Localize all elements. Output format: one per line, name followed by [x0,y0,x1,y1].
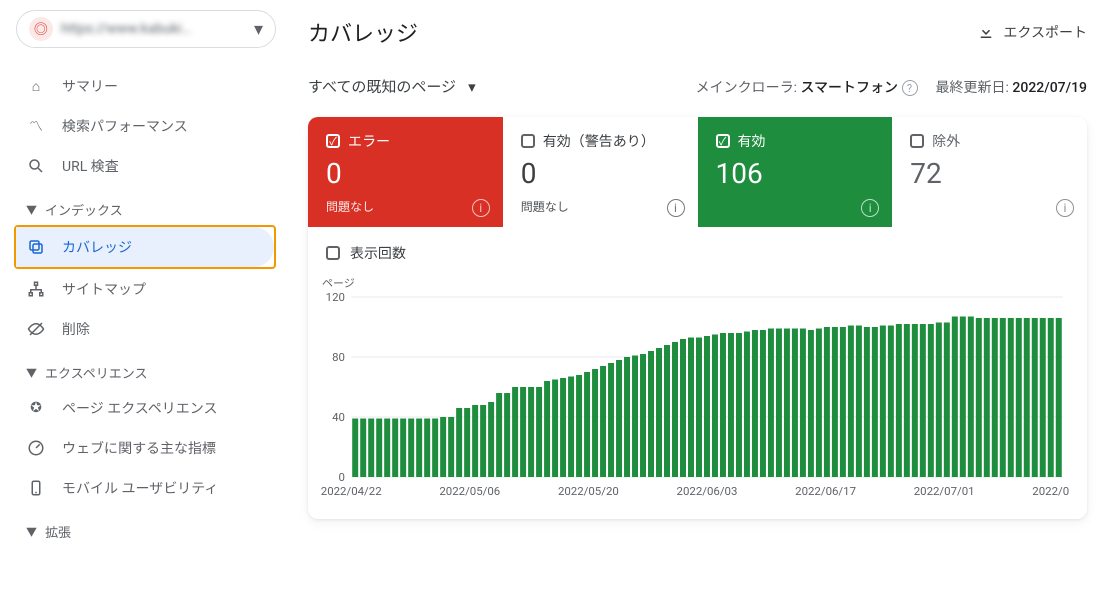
nav-summary[interactable]: ⌂ サマリー [16,66,276,106]
search-icon [26,157,46,175]
status-value: 0 [326,157,484,190]
status-valid[interactable]: 有効 106 i [698,117,893,227]
chevron-down-icon: ▼ [26,202,37,218]
status-excluded[interactable]: 除外 72 i [892,117,1087,227]
page-title: カバレッジ [308,16,418,48]
svg-text:2022/05/20: 2022/05/20 [558,485,619,498]
checkbox-icon [326,134,340,148]
gauge-icon [26,439,46,457]
nav-coverage[interactable]: カバレッジ [16,227,274,267]
checkbox-icon [521,134,535,148]
nav-url-inspect[interactable]: URL 検査 [16,146,276,186]
property-favicon: ◎ [29,17,53,41]
trend-icon: 〽 [26,116,46,136]
status-sub: 問題なし [326,198,484,215]
svg-text:2022/06/03: 2022/06/03 [677,485,738,498]
checkbox-icon [716,134,730,148]
svg-text:0: 0 [339,471,345,484]
export-button[interactable]: エクスポート [977,22,1087,42]
copy-icon [26,238,46,256]
chevron-down-icon: ▼ [26,524,37,540]
nav-performance[interactable]: 〽 検索パフォーマンス [16,106,276,146]
nav-sitemaps[interactable]: サイトマップ [16,269,276,309]
sidebar: ◎ https://www.kabuki… ▾ ⌂ サマリー 〽 検索パフォーマ… [0,0,280,589]
svg-text:40: 40 [332,411,345,424]
filter-pages[interactable]: すべての既知のページ ▾ [308,76,476,97]
status-error[interactable]: エラー 0 問題なし i [308,117,503,227]
status-value: 72 [910,157,1068,190]
last-updated: 最終更新日: 2022/07/19 [936,77,1087,97]
chevron-down-icon: ▾ [254,19,263,40]
nav-page-experience[interactable]: ✪ ページ エクスペリエンス [16,388,276,428]
nav-section-label: エクスペリエンス [45,363,147,382]
status-value: 106 [716,157,874,190]
hide-icon [26,320,46,338]
chevron-down-icon: ▾ [468,78,476,96]
main: カバレッジ エクスポート すべての既知のページ ▾ メインクローラ: スマートフ… [280,0,1103,589]
svg-text:2022/06/17: 2022/06/17 [795,485,856,498]
info-icon[interactable]: i [667,199,685,217]
mobile-icon [26,479,46,497]
impressions-toggle[interactable]: 表示回数 [308,227,1087,267]
help-icon[interactable]: ? [902,80,918,96]
nav-core-web-vitals[interactable]: ウェブに関する主な指標 [16,428,276,468]
nav-label: サイトマップ [62,279,146,299]
checkbox-icon [910,134,924,148]
status-row: エラー 0 問題なし i 有効（警告あり） 0 問題なし i 有効 106 i [308,117,1087,227]
svg-text:2022/07/15: 2022/07/15 [1032,485,1069,498]
property-picker[interactable]: ◎ https://www.kabuki… ▾ [16,10,276,48]
info-icon[interactable]: i [861,199,879,217]
svg-text:2022/07/01: 2022/07/01 [914,485,975,498]
nav-label: 検索パフォーマンス [62,116,188,136]
filter-label: すべての既知のページ [308,76,456,97]
nav-mobile-usability[interactable]: モバイル ユーザビリティ [16,468,276,508]
checkbox-icon [326,246,340,260]
status-sub: 問題なし [521,198,679,215]
nav-removals[interactable]: 削除 [16,309,276,349]
nav-label: カバレッジ [62,237,132,257]
nav-label: URL 検査 [62,156,119,176]
info-icon[interactable]: i [472,199,490,217]
nav-label: モバイル ユーザビリティ [62,478,218,498]
sitemap-icon [26,280,46,298]
chevron-down-icon: ▼ [26,365,37,381]
impressions-label: 表示回数 [350,243,406,263]
nav-section-experience[interactable]: ▼ エクスペリエンス [16,349,276,388]
svg-text:2022/04/22: 2022/04/22 [321,485,382,498]
svg-text:80: 80 [332,351,345,364]
download-icon [977,23,995,41]
property-label: https://www.kabuki… [61,21,246,37]
crawler-info: メインクローラ: スマートフォン ? [696,77,918,97]
nav-label: 削除 [62,319,90,339]
nav-label: ウェブに関する主な指標 [62,438,216,458]
status-valid-warn[interactable]: 有効（警告あり） 0 問題なし i [503,117,698,227]
info-icon[interactable]: i [1056,199,1074,217]
chart-ylabel: ページ [322,275,1069,291]
nav-section-index[interactable]: ▼ インデックス [16,186,276,225]
coverage-card: エラー 0 問題なし i 有効（警告あり） 0 問題なし i 有効 106 i [308,117,1087,519]
svg-text:120: 120 [326,291,345,304]
badge-icon: ✪ [26,400,46,416]
export-label: エクスポート [1003,22,1087,42]
coverage-highlight: カバレッジ [14,225,276,269]
home-icon: ⌂ [26,78,46,95]
nav-section-label: 拡張 [45,522,71,541]
nav-section-label: インデックス [45,200,123,219]
nav-label: サマリー [62,76,118,96]
chart: ページ 0 40 80 120 2022/04/22 2022/05/06 2022/05/… [308,267,1087,519]
nav-section-enhancements[interactable]: ▼ 拡張 [16,508,276,547]
svg-text:2022/05/06: 2022/05/06 [439,485,500,498]
nav-label: ページ エクスペリエンス [62,398,218,418]
status-value: 0 [521,157,679,190]
